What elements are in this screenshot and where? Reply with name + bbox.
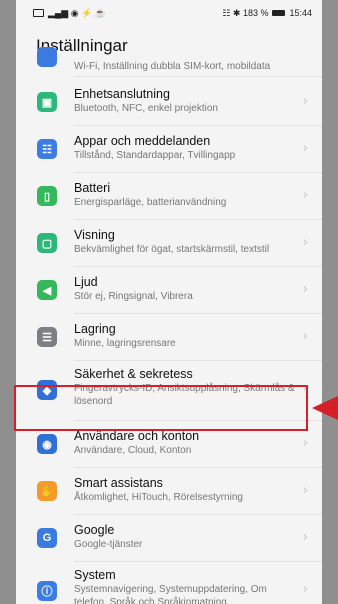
status-icons: ▂▄▆ ◉ ⚡ ☕ [48,7,106,18]
item-title: Visning [74,228,115,242]
device-connection-icon: ▣ [37,92,57,112]
settings-item-sound[interactable]: ◀ Ljud Stör ej, Ringsignal, Vibrera › [16,267,322,313]
battery-icon [272,10,286,16]
item-title: Smart assistans [74,476,163,490]
pointer-arrow-icon [312,396,338,420]
item-title: Lagring [74,322,116,336]
status-left-icons: ▂▄▆ ◉ ⚡ ☕ [33,7,106,18]
item-subtitle: Google-tjänster [74,539,143,550]
item-subtitle: Tillstånd, Standardappar, Tvillingapp [74,150,236,161]
settings-item-storage[interactable]: ☰ Lagring Minne, lagringsrensare › [16,314,322,360]
sound-icon: ◀ [37,280,57,300]
chevron-right-icon: › [302,582,308,597]
settings-item-device-connection[interactable]: ▣ Enhetsanslutning Bluetooth, NFC, enkel … [16,79,322,125]
display-icon: ▢ [37,233,57,253]
settings-item-display[interactable]: ▢ Visning Bekvämlighet för ögat, startskä… [16,220,322,266]
chevron-right-icon: › [302,436,308,451]
item-title: Ljud [74,275,98,289]
item-subtitle: Systemnavigering, Systemuppdatering, Om … [74,584,267,604]
item-subtitle: Stör ej, Ringsignal, Vibrera [74,291,193,302]
apps-icon: ☷ [37,139,57,159]
settings-item-smart-assist[interactable]: ✋ Smart assistans Åtkomlighet, HiTouch, R… [16,468,322,514]
chevron-right-icon: › [302,483,308,498]
chevron-right-icon: › [302,188,308,203]
page-title: Inställningar [36,36,128,55]
highlight-box [14,385,308,431]
item-title: Appar och meddelanden [74,134,211,148]
item-subtitle: Bekvämlighet för ögat, startskärmstil, t… [74,244,270,255]
chevron-right-icon: › [302,530,308,545]
signal-icon [37,47,57,67]
storage-icon: ☰ [37,327,57,347]
chevron-right-icon: › [302,329,308,344]
item-title: Batteri [74,181,111,195]
item-title: Enhetsanslutning [74,87,170,101]
settings-item-network[interactable]: Wi-Fi, Inställning dubbla SIM-kort, mobi… [16,47,322,73]
item-title: Google [74,523,115,537]
google-icon: G [37,528,57,548]
item-title: Säkerhet & sekretess [74,367,193,381]
item-subtitle: Åtkomlighet, HiTouch, Rörelsestyrning [74,492,243,503]
settings-item-google[interactable]: G Google Google-tjänster › [16,515,322,561]
divider [74,76,322,77]
chevron-right-icon: › [302,94,308,109]
settings-item-system[interactable]: ⓘ System Systemnavigering, Systemuppdater… [16,562,322,604]
item-subtitle: Wi-Fi, Inställning dubbla SIM-kort, mobi… [74,60,271,72]
phone-screen: ▂▄▆ ◉ ⚡ ☕ ☷ ✱ 183 % 15:44 Inställningar … [16,0,322,604]
settings-item-battery[interactable]: ▯ Batteri Energisparläge, batterianvändni… [16,173,322,219]
battery-icon: ▯ [37,186,57,206]
user-icon: ◉ [37,434,57,454]
item-subtitle: Användare, Cloud, Konton [74,445,192,456]
item-subtitle: Energisparläge, batterianvändning [74,197,227,208]
status-bar: ▂▄▆ ◉ ⚡ ☕ ☷ ✱ 183 % 15:44 [16,0,322,26]
item-subtitle: Bluetooth, NFC, enkel projektion [74,103,218,114]
chevron-right-icon: › [302,235,308,250]
chevron-right-icon: › [302,282,308,297]
clock: 15:44 [289,7,312,18]
notification-icon [33,9,44,17]
status-indicators: ☷ ✱ 183 % [222,7,269,18]
item-subtitle: Minne, lagringsrensare [74,338,176,349]
hand-icon: ✋ [37,481,57,501]
item-title: Användare och konton [74,429,200,443]
item-title: System [74,568,116,582]
settings-item-apps[interactable]: ☷ Appar och meddelanden Tillstånd, Standa… [16,126,322,172]
system-icon: ⓘ [37,581,57,601]
chevron-right-icon: › [302,141,308,156]
status-right: ☷ ✱ 183 % 15:44 [222,7,312,18]
